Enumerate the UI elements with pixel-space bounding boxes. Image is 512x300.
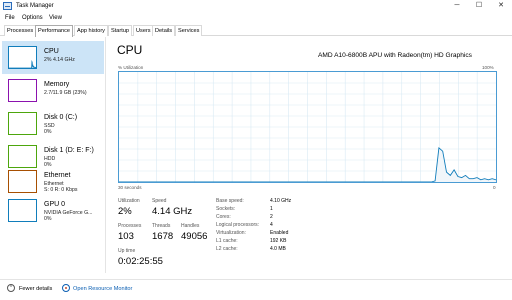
tab-bar: Processes Performance App history Startu…	[0, 24, 512, 37]
menu-view[interactable]: View	[49, 15, 62, 21]
close-button[interactable]: ✕	[490, 0, 512, 13]
base-speed-value: 4.10 GHz	[270, 198, 292, 204]
cores-label: Cores:	[216, 214, 231, 220]
title-bar: Task Manager ─ ☐ ✕	[0, 0, 512, 13]
tab-users[interactable]: Users	[133, 25, 154, 36]
sidebar-item-detail: 2% 4.14 GHz	[44, 57, 75, 63]
ethernet-thumbnail-graph	[8, 170, 37, 193]
sidebar-item-title: Disk 0 (C:)	[44, 114, 78, 121]
chevron-up-icon[interactable]: ⌃	[7, 284, 15, 292]
menu-options[interactable]: Options	[22, 15, 43, 21]
tab-processes[interactable]: Processes	[4, 25, 37, 36]
cpu-model-name: AMD A10-6800B APU with Radeon(tm) HD Gra…	[318, 52, 472, 59]
minimize-button[interactable]: ─	[446, 0, 468, 13]
logical-processors-label: Logical processors:	[216, 222, 260, 228]
tab-details[interactable]: Details	[152, 25, 176, 36]
tab-startup[interactable]: Startup	[108, 25, 133, 36]
speed-label: Speed	[152, 198, 167, 204]
sidebar-item-value: 0%	[44, 129, 52, 135]
page-title: CPU	[117, 43, 143, 57]
fewer-details-button[interactable]: Fewer details	[19, 286, 52, 292]
sidebar-item-value: 0%	[44, 216, 52, 222]
window-title: Task Manager	[16, 3, 54, 9]
sockets-label: Sockets:	[216, 206, 236, 212]
resource-sidebar: CPU 2% 4.14 GHz Memory 2.7/11.9 GB (23%)…	[0, 37, 106, 273]
handles-value: 49056	[181, 231, 208, 242]
tab-app-history[interactable]: App history	[74, 25, 108, 36]
cpu-utilization-chart	[119, 72, 496, 182]
gpu0-thumbnail-graph	[8, 199, 37, 222]
sidebar-item-title: Memory	[44, 81, 70, 88]
maximize-button[interactable]: ☐	[468, 0, 490, 13]
disk0-thumbnail-graph	[8, 112, 37, 135]
sidebar-item-cpu[interactable]: CPU 2% 4.14 GHz	[2, 41, 104, 74]
cpu-thumbnail-line	[9, 59, 37, 69]
cores-value: 2	[270, 214, 273, 220]
sidebar-item-title: GPU 0	[44, 201, 66, 208]
graph-time-end-label: 0	[493, 185, 496, 190]
sidebar-item-title: CPU	[44, 48, 59, 55]
memory-thumbnail-graph	[8, 79, 37, 102]
graph-time-span-label: 30 seconds	[118, 185, 142, 190]
utilization-value: 2%	[118, 206, 132, 217]
l2-cache-label: L2 cache:	[216, 246, 238, 252]
virtualization-label: Virtualization:	[216, 230, 246, 236]
sidebar-item-title: Disk 1 (D: E: F:)	[44, 147, 94, 154]
cpu-thumbnail-graph	[8, 46, 37, 69]
sidebar-item-detail: 2.7/11.9 GB (23%)	[44, 90, 87, 96]
utilization-label: Utilization	[118, 198, 140, 204]
handles-label: Handles	[181, 223, 200, 229]
menu-file[interactable]: File	[5, 15, 15, 21]
base-speed-label: Base speed:	[216, 198, 244, 204]
logical-processors-value: 4	[270, 222, 273, 228]
speed-value: 4.14 GHz	[152, 206, 193, 217]
processes-value: 103	[118, 231, 134, 242]
sockets-value: 1	[270, 206, 273, 212]
sidebar-item-disk0[interactable]: Disk 0 (C:) SSD 0%	[2, 107, 104, 140]
graph-y-axis-label: % Utilization	[118, 65, 144, 70]
tab-services[interactable]: Services	[175, 25, 203, 36]
sidebar-item-gpu0[interactable]: GPU 0 NVIDIA GeForce G... 0%	[2, 194, 104, 227]
threads-value: 1678	[152, 231, 174, 242]
virtualization-value: Enabled	[270, 230, 289, 236]
task-manager-icon	[3, 2, 12, 10]
uptime-value: 0:02:25:55	[118, 256, 163, 267]
threads-label: Threads	[152, 223, 171, 229]
tab-performance[interactable]: Performance	[35, 25, 74, 37]
sidebar-item-value: S: 0 R: 0 Kbps	[44, 187, 78, 193]
footer-bar: ⌃ Fewer details Open Resource Monitor	[0, 279, 512, 300]
resource-monitor-icon	[62, 284, 70, 292]
uptime-label: Up time	[118, 248, 136, 254]
sidebar-item-title: Ethernet	[44, 172, 71, 179]
cpu-utilization-graph	[118, 71, 497, 183]
l1-cache-value: 192 KB	[270, 238, 287, 244]
graph-y-max-label: 100%	[482, 65, 494, 70]
l1-cache-label: L1 cache:	[216, 238, 238, 244]
sidebar-item-memory[interactable]: Memory 2.7/11.9 GB (23%)	[2, 74, 104, 107]
menu-bar: File Options View	[0, 13, 512, 24]
processes-label: Processes	[118, 223, 142, 229]
l2-cache-value: 4.0 MB	[270, 246, 286, 252]
open-resource-monitor-link[interactable]: Open Resource Monitor	[73, 286, 132, 292]
